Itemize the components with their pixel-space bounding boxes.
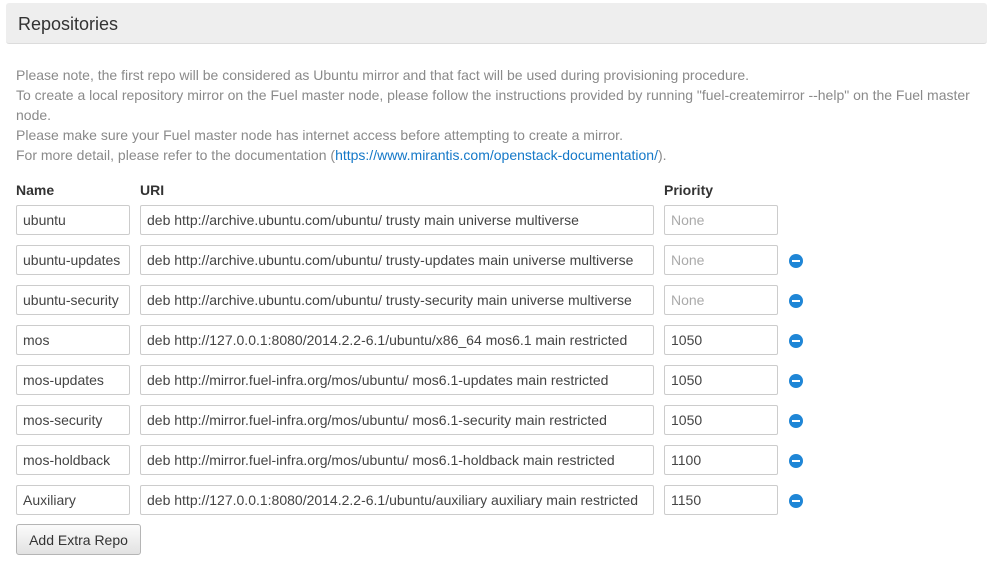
add-extra-repo-button[interactable]: Add Extra Repo — [16, 524, 141, 555]
column-header-priority: Priority — [664, 182, 714, 198]
documentation-link[interactable]: https://www.mirantis.com/openstack-docum… — [335, 147, 658, 163]
section-title: Repositories — [18, 14, 119, 34]
repo-priority-input[interactable] — [664, 485, 778, 515]
repo-name-input[interactable] — [16, 205, 130, 235]
note-doc-prefix: For more detail, please refer to the doc… — [16, 147, 336, 163]
repo-priority-input[interactable] — [664, 325, 778, 355]
repo-priority-input[interactable] — [664, 205, 778, 235]
repo-row — [0, 485, 999, 515]
repo-uri-input[interactable] — [140, 205, 654, 235]
repo-row — [0, 445, 999, 475]
repo-uri-input[interactable] — [140, 485, 654, 515]
repo-name-input[interactable] — [16, 285, 130, 315]
repo-row — [0, 205, 999, 235]
minus-circle-icon[interactable] — [789, 294, 803, 308]
minus-circle-icon[interactable] — [789, 254, 803, 268]
repo-name-input[interactable] — [16, 405, 130, 435]
repositories-page: Repositories Please note, the first repo… — [0, 0, 999, 562]
repo-name-input[interactable] — [16, 325, 130, 355]
repo-priority-input[interactable] — [664, 245, 778, 275]
note-create-mirror: To create a local repository mirror on t… — [16, 87, 970, 123]
repo-priority-input[interactable] — [664, 405, 778, 435]
note-internet-access: Please make sure your Fuel master node h… — [16, 127, 623, 143]
repo-uri-input[interactable] — [140, 405, 654, 435]
column-header-uri: URI — [140, 182, 165, 198]
minus-circle-icon[interactable] — [789, 454, 803, 468]
repo-name-input[interactable] — [16, 485, 130, 515]
section-header: Repositories — [6, 3, 987, 44]
repo-name-input[interactable] — [16, 365, 130, 395]
note-doc-suffix: ). — [657, 147, 667, 163]
minus-circle-icon[interactable] — [789, 494, 803, 508]
repo-uri-input[interactable] — [140, 245, 654, 275]
repository-notes: Please note, the first repo will be cons… — [16, 65, 991, 165]
repo-row — [0, 365, 999, 395]
repo-priority-input[interactable] — [664, 285, 778, 315]
note-ubuntu-mirror: Please note, the first repo will be cons… — [16, 67, 750, 83]
minus-circle-icon[interactable] — [789, 414, 803, 428]
minus-circle-icon[interactable] — [789, 334, 803, 348]
note-documentation: For more detail, please refer to the doc… — [16, 145, 991, 165]
repo-row — [0, 325, 999, 355]
column-header-name: Name — [16, 182, 55, 198]
repo-row — [0, 405, 999, 435]
repo-priority-input[interactable] — [664, 365, 778, 395]
repo-uri-input[interactable] — [140, 285, 654, 315]
repo-row — [0, 245, 999, 275]
repo-row — [0, 285, 999, 315]
repo-uri-input[interactable] — [140, 325, 654, 355]
repo-uri-input[interactable] — [140, 365, 654, 395]
repo-name-input[interactable] — [16, 245, 130, 275]
minus-circle-icon[interactable] — [789, 374, 803, 388]
repo-uri-input[interactable] — [140, 445, 654, 475]
repo-priority-input[interactable] — [664, 445, 778, 475]
repo-name-input[interactable] — [16, 445, 130, 475]
